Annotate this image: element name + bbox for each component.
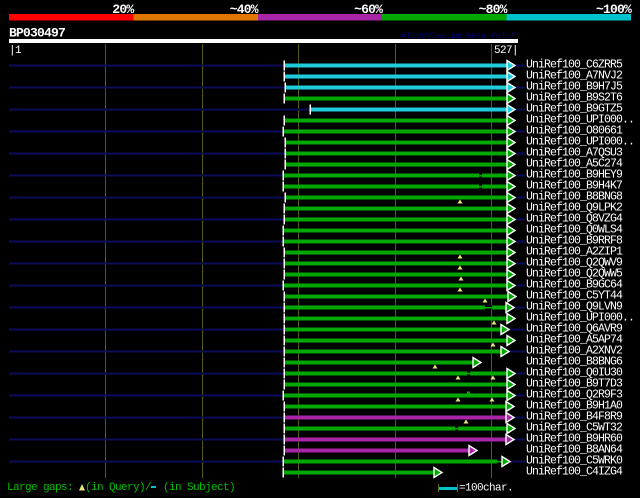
svg-text:(in Query)/: (in Query)/: [85, 482, 151, 494]
svg-text:BP030497: BP030497: [9, 26, 65, 41]
svg-text:527|: 527|: [494, 45, 518, 57]
svg-text:UniRef100_C4IZG4: UniRef100_C4IZG4: [526, 466, 623, 479]
svg-text:=100char.: =100char.: [459, 483, 513, 495]
svg-text:20%: 20%: [112, 2, 134, 17]
svg-text:|1: |1: [9, 45, 22, 57]
svg-text:Large gaps:: Large gaps:: [7, 482, 73, 494]
svg-text:~60%: ~60%: [354, 2, 383, 17]
svg-text:~80%: ~80%: [479, 2, 508, 17]
svg-text:~40%: ~40%: [230, 2, 259, 17]
svg-text:~100%: ~100%: [596, 2, 632, 17]
svg-text:(in Subject): (in Subject): [163, 482, 235, 494]
